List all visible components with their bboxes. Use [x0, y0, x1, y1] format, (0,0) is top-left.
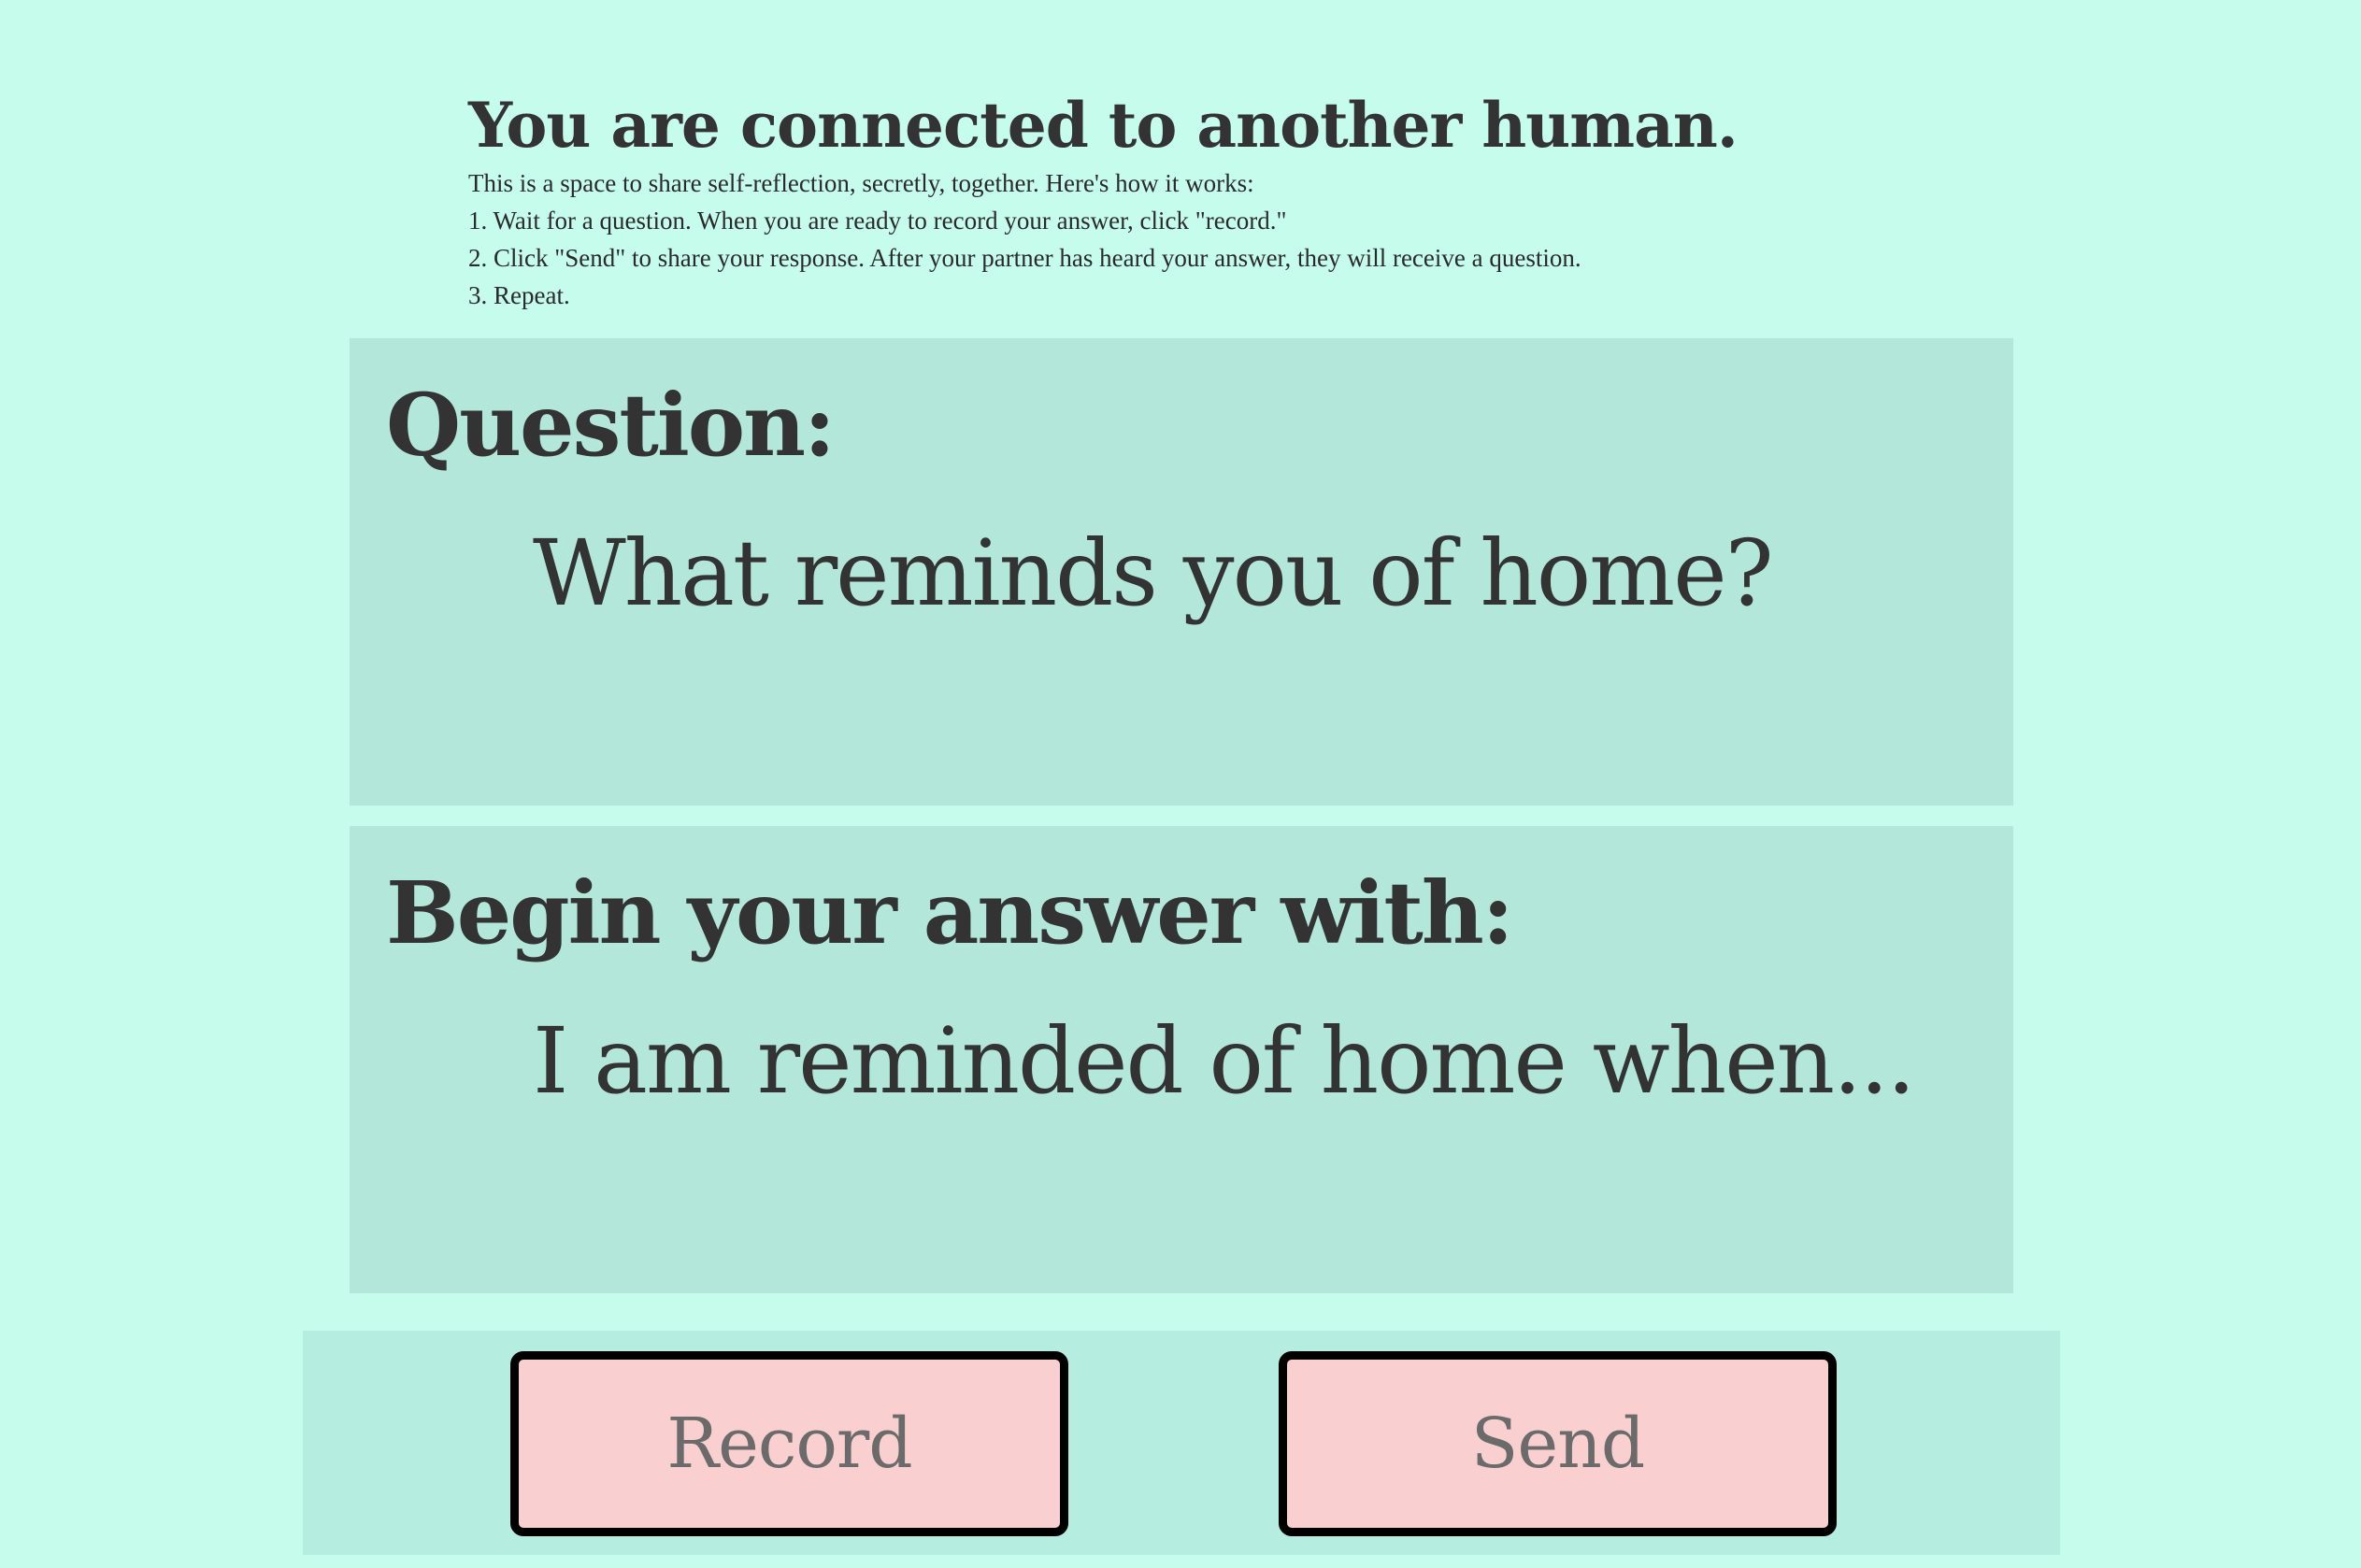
answer-prompt-label: Begin your answer with: [386, 862, 1514, 963]
button-bar: Record Send [303, 1331, 2060, 1555]
answer-prompt-text: I am reminded of home when... [533, 1008, 1916, 1114]
question-panel: Question: What reminds you of home? [350, 338, 2013, 805]
step-item: 1. Wait for a question. When you are rea… [468, 207, 1287, 235]
page-title: You are connected to another human. [468, 89, 1739, 162]
instructions-header: You are connected to another human. This… [468, 86, 2057, 314]
step-item: 2. Click "Send" to share your response. … [468, 244, 1581, 272]
question-label: Question: [386, 375, 836, 476]
record-button[interactable]: Record [510, 1351, 1068, 1536]
step-item: 3. Repeat. [468, 281, 570, 309]
answer-prompt-panel: Begin your answer with: I am reminded of… [350, 826, 2013, 1293]
question-text: What reminds you of home? [533, 520, 1774, 626]
steps-list: 1. Wait for a question. When you are rea… [468, 202, 2057, 314]
intro-text: This is a space to share self-reflection… [468, 169, 1254, 197]
send-button[interactable]: Send [1279, 1351, 1837, 1536]
